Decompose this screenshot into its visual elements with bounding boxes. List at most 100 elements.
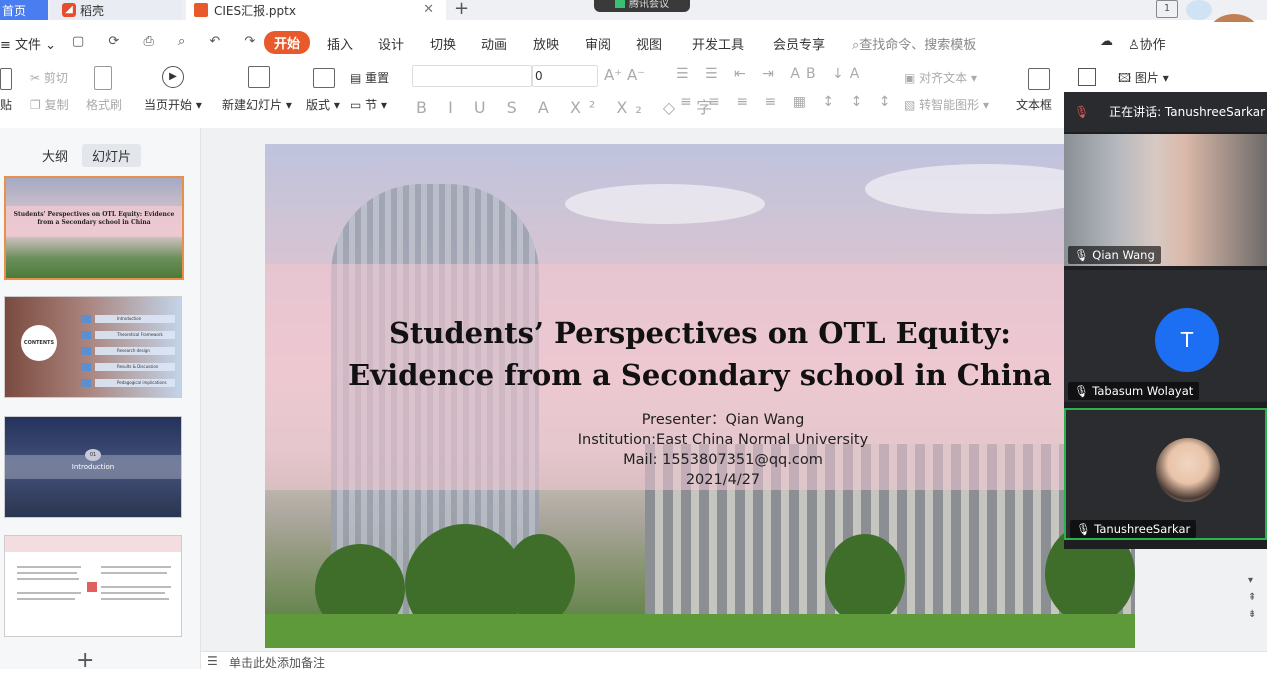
font-size-select[interactable]: 0 [532,65,598,87]
font-family-select[interactable] [412,65,532,87]
reset-label: 重置 [365,71,390,85]
search-label: 查找命令、搜索模板 [859,38,977,53]
slide-presenter[interactable]: Presenter：Qian Wang [265,410,1135,430]
menu-slideshow[interactable]: 放映 [533,34,559,53]
copy-label: 复制 [44,98,69,112]
collab-button[interactable]: ♙协作 [1128,34,1166,53]
menu-member[interactable]: 会员专享 [773,34,825,53]
tab-file[interactable]: CIES汇报.pptx ✕ [186,0,446,20]
participant-name-label: TanushreeSarkar [1094,522,1191,536]
daoke-logo-icon: ◢ [62,3,76,17]
thumb4-red-mark [87,582,97,592]
thumb4-line [101,592,165,594]
cloud-icon[interactable]: ☁ [1100,34,1113,49]
reset-button[interactable]: ▤ 重置 [350,69,389,86]
new-tab-button[interactable]: + [454,0,469,19]
video-tile-tabasum-wolayat[interactable]: T 🎙 Tabasum Wolayat [1064,270,1267,402]
list-toolbar[interactable]: ☰ ☰ ⇤ ⇥ AB ↓A [676,66,865,82]
shape-icon[interactable] [1078,68,1096,86]
notes-bar[interactable]: ☰ 单击此处添加备注 [201,651,1267,670]
section-button[interactable]: ▭ 节 ▾ [350,96,387,113]
menu-file[interactable]: ≡ 文件 ⌄ [0,34,56,53]
cut-label: 剪切 [43,71,68,85]
font-style-toolbar[interactable]: B I U S A X² X₂ ◇ 字 [416,94,720,118]
copy-icon: ❐ [30,98,45,112]
menu-start[interactable]: 开始 [264,31,311,54]
paragraph-align-toolbar[interactable]: ≡ ≡ ≡ ≡ ▦ ↕ ↕ ↕ [680,94,897,110]
tab-slides[interactable]: 幻灯片 [82,144,142,167]
menu-developer[interactable]: 开发工具 [692,34,744,53]
search-commands[interactable]: ⌕查找命令、搜索模板 [852,34,976,53]
menu-transition[interactable]: 切换 [430,34,456,53]
menu-review[interactable]: 审阅 [585,34,611,53]
picture-label: 图片 [1134,71,1159,85]
smart-shape-button[interactable]: ▧ 转智能图形 ▾ [904,96,989,113]
meeting-bubble-label: 腾讯会议 [629,0,669,10]
sticker-icon [1186,0,1212,20]
menu-insert[interactable]: 插入 [327,34,353,53]
thumb2-num [81,315,91,323]
menu-bar: ≡ 文件 ⌄ ▢ ⟳ ⎙ ⌕ ↶ ↷ ▾ 开始 插入 设计 切换 动画 放映 审… [0,22,1267,60]
thumb4-line [101,586,171,588]
page-down-icon[interactable]: ⇟ [1248,609,1267,620]
layout-icon[interactable] [313,68,335,88]
tree-image [825,534,905,624]
tab-home[interactable]: 首页 [0,0,48,20]
slide-institution[interactable]: Institution:East China Normal University [265,430,1135,450]
slide-thumbnail-3[interactable]: Introduction 01 [4,416,182,518]
play-icon[interactable]: ▶ [162,66,184,88]
textbox-button[interactable]: 文本框 [1016,96,1052,113]
paste-icon[interactable] [0,68,12,90]
format-painter-button[interactable]: 格式刷 [86,96,122,113]
tab-file-label: CIES汇报.pptx [214,3,296,18]
slide-thumbnail-4[interactable] [4,535,182,637]
thumb2-num [81,363,91,371]
from-current-button[interactable]: 当页开始 ▾ [144,96,202,113]
copy-button[interactable]: ❐ 复制 [30,96,69,113]
menu-animation[interactable]: 动画 [481,34,507,53]
format-painter-icon[interactable] [94,66,112,90]
video-tile-qian-wang[interactable]: 🎙 Qian Wang [1064,134,1267,266]
new-slide-label: 新建幻灯片 [222,98,283,112]
thumb2-num [81,331,91,339]
close-icon[interactable]: ✕ [423,2,434,17]
page-up-icon[interactable]: ⇞ [1248,592,1267,603]
notes-icon: ☰ [207,654,218,668]
ppt-file-icon [194,3,208,17]
align-text-icon: ▣ [904,71,920,85]
lawn-image [265,614,1135,648]
tab-outline[interactable]: 大纲 [32,144,78,167]
align-text-button[interactable]: ▣ 对齐文本 ▾ [904,69,977,86]
font-size-value: 0 [535,69,543,83]
cut-button[interactable]: ✂ 剪切 [30,69,68,86]
scroll-down-icon[interactable]: ▾ [1248,575,1267,586]
meeting-floating-bar[interactable]: 腾讯会议 [594,0,690,12]
picture-button[interactable]: 🖾 图片 ▾ [1118,69,1169,90]
menu-view[interactable]: 视图 [636,34,662,53]
quick-access-toolbar[interactable]: ▢ ⟳ ⎙ ⌕ ↶ ↷ ▾ [72,34,296,49]
video-tile-tanushree-sarkar[interactable]: 🎙 TanushreeSarkar [1064,408,1267,540]
add-slide-button[interactable]: + [76,648,94,673]
signal-icon [615,0,625,8]
vertical-scroll-controls[interactable]: ▾ ⇞ ⇟ [1248,575,1267,651]
layout-icon[interactable]: 1 [1156,0,1178,18]
slide-title[interactable]: Students’ Perspectives on OTL Equity: Ev… [265,312,1135,396]
textbox-icon[interactable] [1028,68,1050,90]
slide-canvas[interactable]: Students’ Perspectives on OTL Equity: Ev… [265,144,1135,648]
slide-date[interactable]: 2021/4/27 [265,470,1135,490]
menu-design[interactable]: 设计 [378,34,404,53]
slide-title-line2: Evidence from a Secondary school in Chin… [348,358,1052,392]
reset-icon: ▤ [350,71,366,85]
thumb4-line [17,598,75,600]
paste-button[interactable]: 贴 [0,96,12,113]
thumb2-contents: CONTENTS [21,325,57,361]
slide-thumbnail-1[interactable]: Students' Perspectives on OTL Equity: Ev… [4,176,184,280]
layout-button[interactable]: 版式 ▾ [306,96,340,113]
tab-daoke[interactable]: ◢ 稻壳 [50,0,182,20]
slide-mail[interactable]: Mail: 1553807351@qq.com [265,450,1135,470]
new-slide-button[interactable]: 新建幻灯片 ▾ [222,96,292,113]
grow-font-icon[interactable]: A⁺ A⁻ [604,66,645,84]
new-slide-icon[interactable] [248,66,270,88]
slide-thumbnail-2[interactable]: CONTENTS Introduction Theoretical Framew… [4,296,182,398]
participant-name: 🎙 Tabasum Wolayat [1068,382,1200,400]
